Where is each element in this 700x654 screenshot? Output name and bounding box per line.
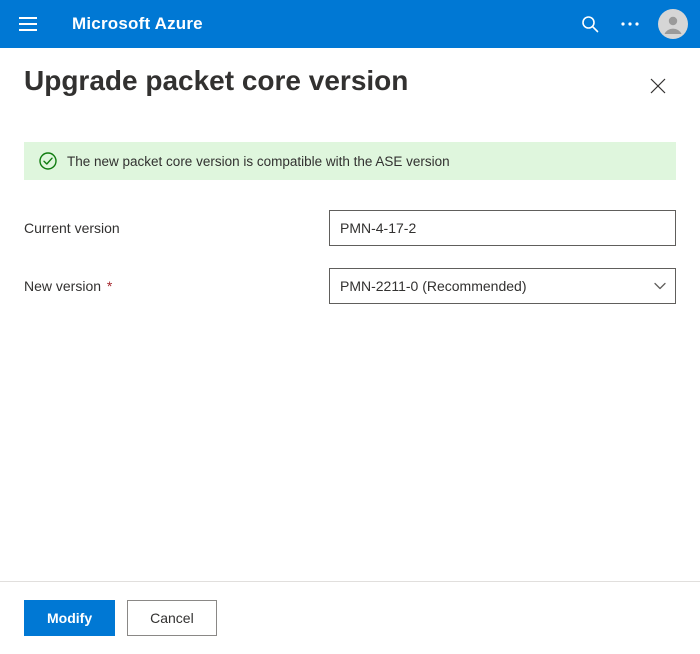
more-icon bbox=[621, 22, 639, 26]
menu-button[interactable] bbox=[12, 8, 44, 40]
status-text: The new packet core version is compatibl… bbox=[67, 154, 450, 169]
required-indicator: * bbox=[107, 278, 112, 294]
blade-header: Upgrade packet core version bbox=[0, 48, 700, 112]
footer: Modify Cancel bbox=[0, 581, 700, 654]
hamburger-icon bbox=[19, 17, 37, 31]
topbar: Microsoft Azure bbox=[0, 0, 700, 48]
current-version-input[interactable] bbox=[329, 210, 676, 246]
close-button[interactable] bbox=[640, 68, 676, 104]
page-title: Upgrade packet core version bbox=[24, 64, 640, 98]
status-banner: The new packet core version is compatibl… bbox=[24, 142, 676, 180]
search-icon bbox=[581, 15, 599, 33]
modify-button[interactable]: Modify bbox=[24, 600, 115, 636]
new-version-row: New version * PMN-2211-0 (Recommended) bbox=[24, 268, 676, 304]
check-circle-icon bbox=[39, 152, 57, 170]
new-version-label-text: New version bbox=[24, 278, 101, 294]
search-button[interactable] bbox=[570, 4, 610, 44]
user-icon bbox=[662, 13, 684, 35]
more-button[interactable] bbox=[610, 4, 650, 44]
new-version-label: New version * bbox=[24, 278, 329, 294]
cancel-button[interactable]: Cancel bbox=[127, 600, 217, 636]
avatar[interactable] bbox=[658, 9, 688, 39]
new-version-select[interactable]: PMN-2211-0 (Recommended) bbox=[329, 268, 676, 304]
brand-title[interactable]: Microsoft Azure bbox=[72, 14, 203, 34]
current-version-label: Current version bbox=[24, 220, 329, 236]
close-icon bbox=[650, 78, 666, 94]
content: The new packet core version is compatibl… bbox=[0, 112, 700, 581]
current-version-row: Current version bbox=[24, 210, 676, 246]
new-version-selected-text: PMN-2211-0 (Recommended) bbox=[340, 278, 526, 294]
